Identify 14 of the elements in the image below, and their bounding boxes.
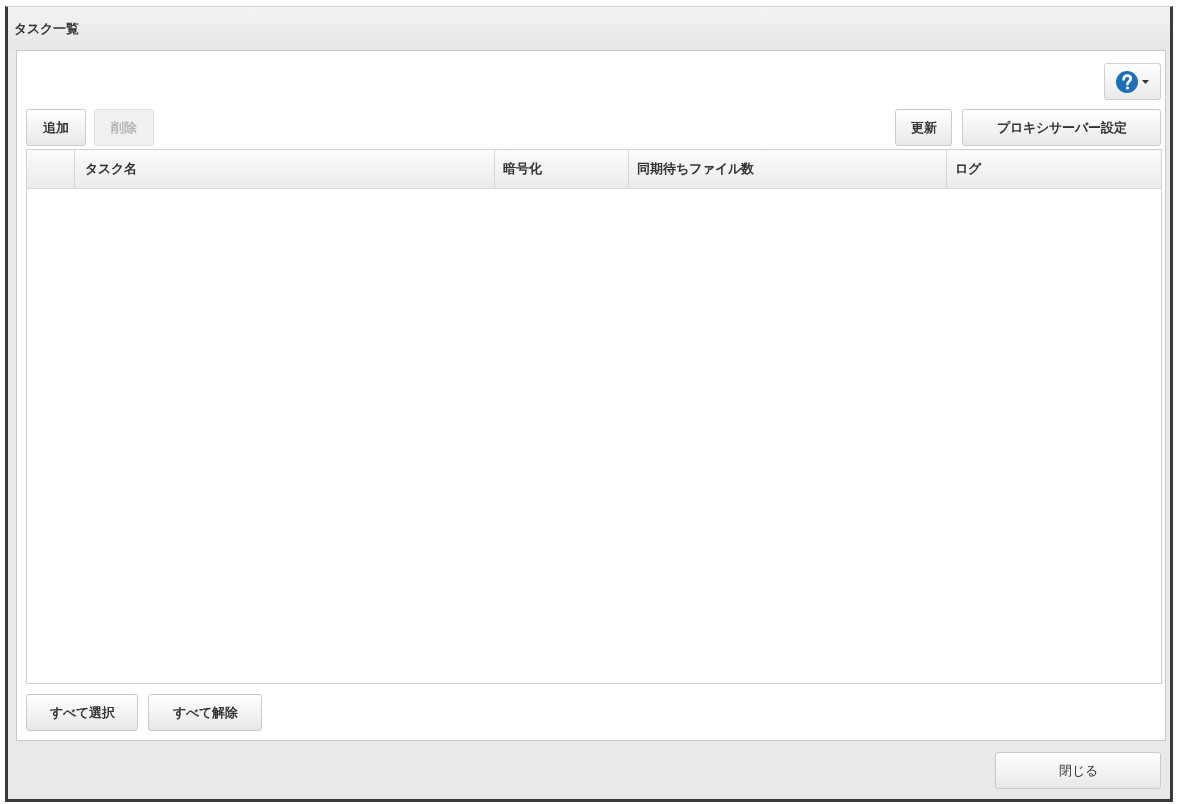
help-icon bbox=[1116, 70, 1138, 93]
help-menu-button[interactable] bbox=[1104, 63, 1161, 100]
column-header[interactable]: 同期待ちファイル数 bbox=[629, 150, 947, 188]
close-button[interactable]: 閉じる bbox=[995, 752, 1161, 789]
window-title: タスク一覧 bbox=[14, 19, 79, 38]
selection-button[interactable]: すべて解除 bbox=[148, 694, 262, 731]
column-header[interactable]: タスク名 bbox=[75, 150, 495, 188]
column-header[interactable]: ログ bbox=[947, 150, 1161, 188]
caret-icon bbox=[1142, 79, 1149, 84]
column-header[interactable]: 暗号化 bbox=[495, 150, 629, 188]
toolbar-button[interactable]: プロキシサーバー設定 bbox=[962, 109, 1161, 146]
toolbar-button[interactable]: 更新 bbox=[895, 109, 952, 146]
selection-button[interactable]: すべて選択 bbox=[26, 694, 138, 731]
toolbar-button[interactable]: 追加 bbox=[26, 109, 86, 146]
